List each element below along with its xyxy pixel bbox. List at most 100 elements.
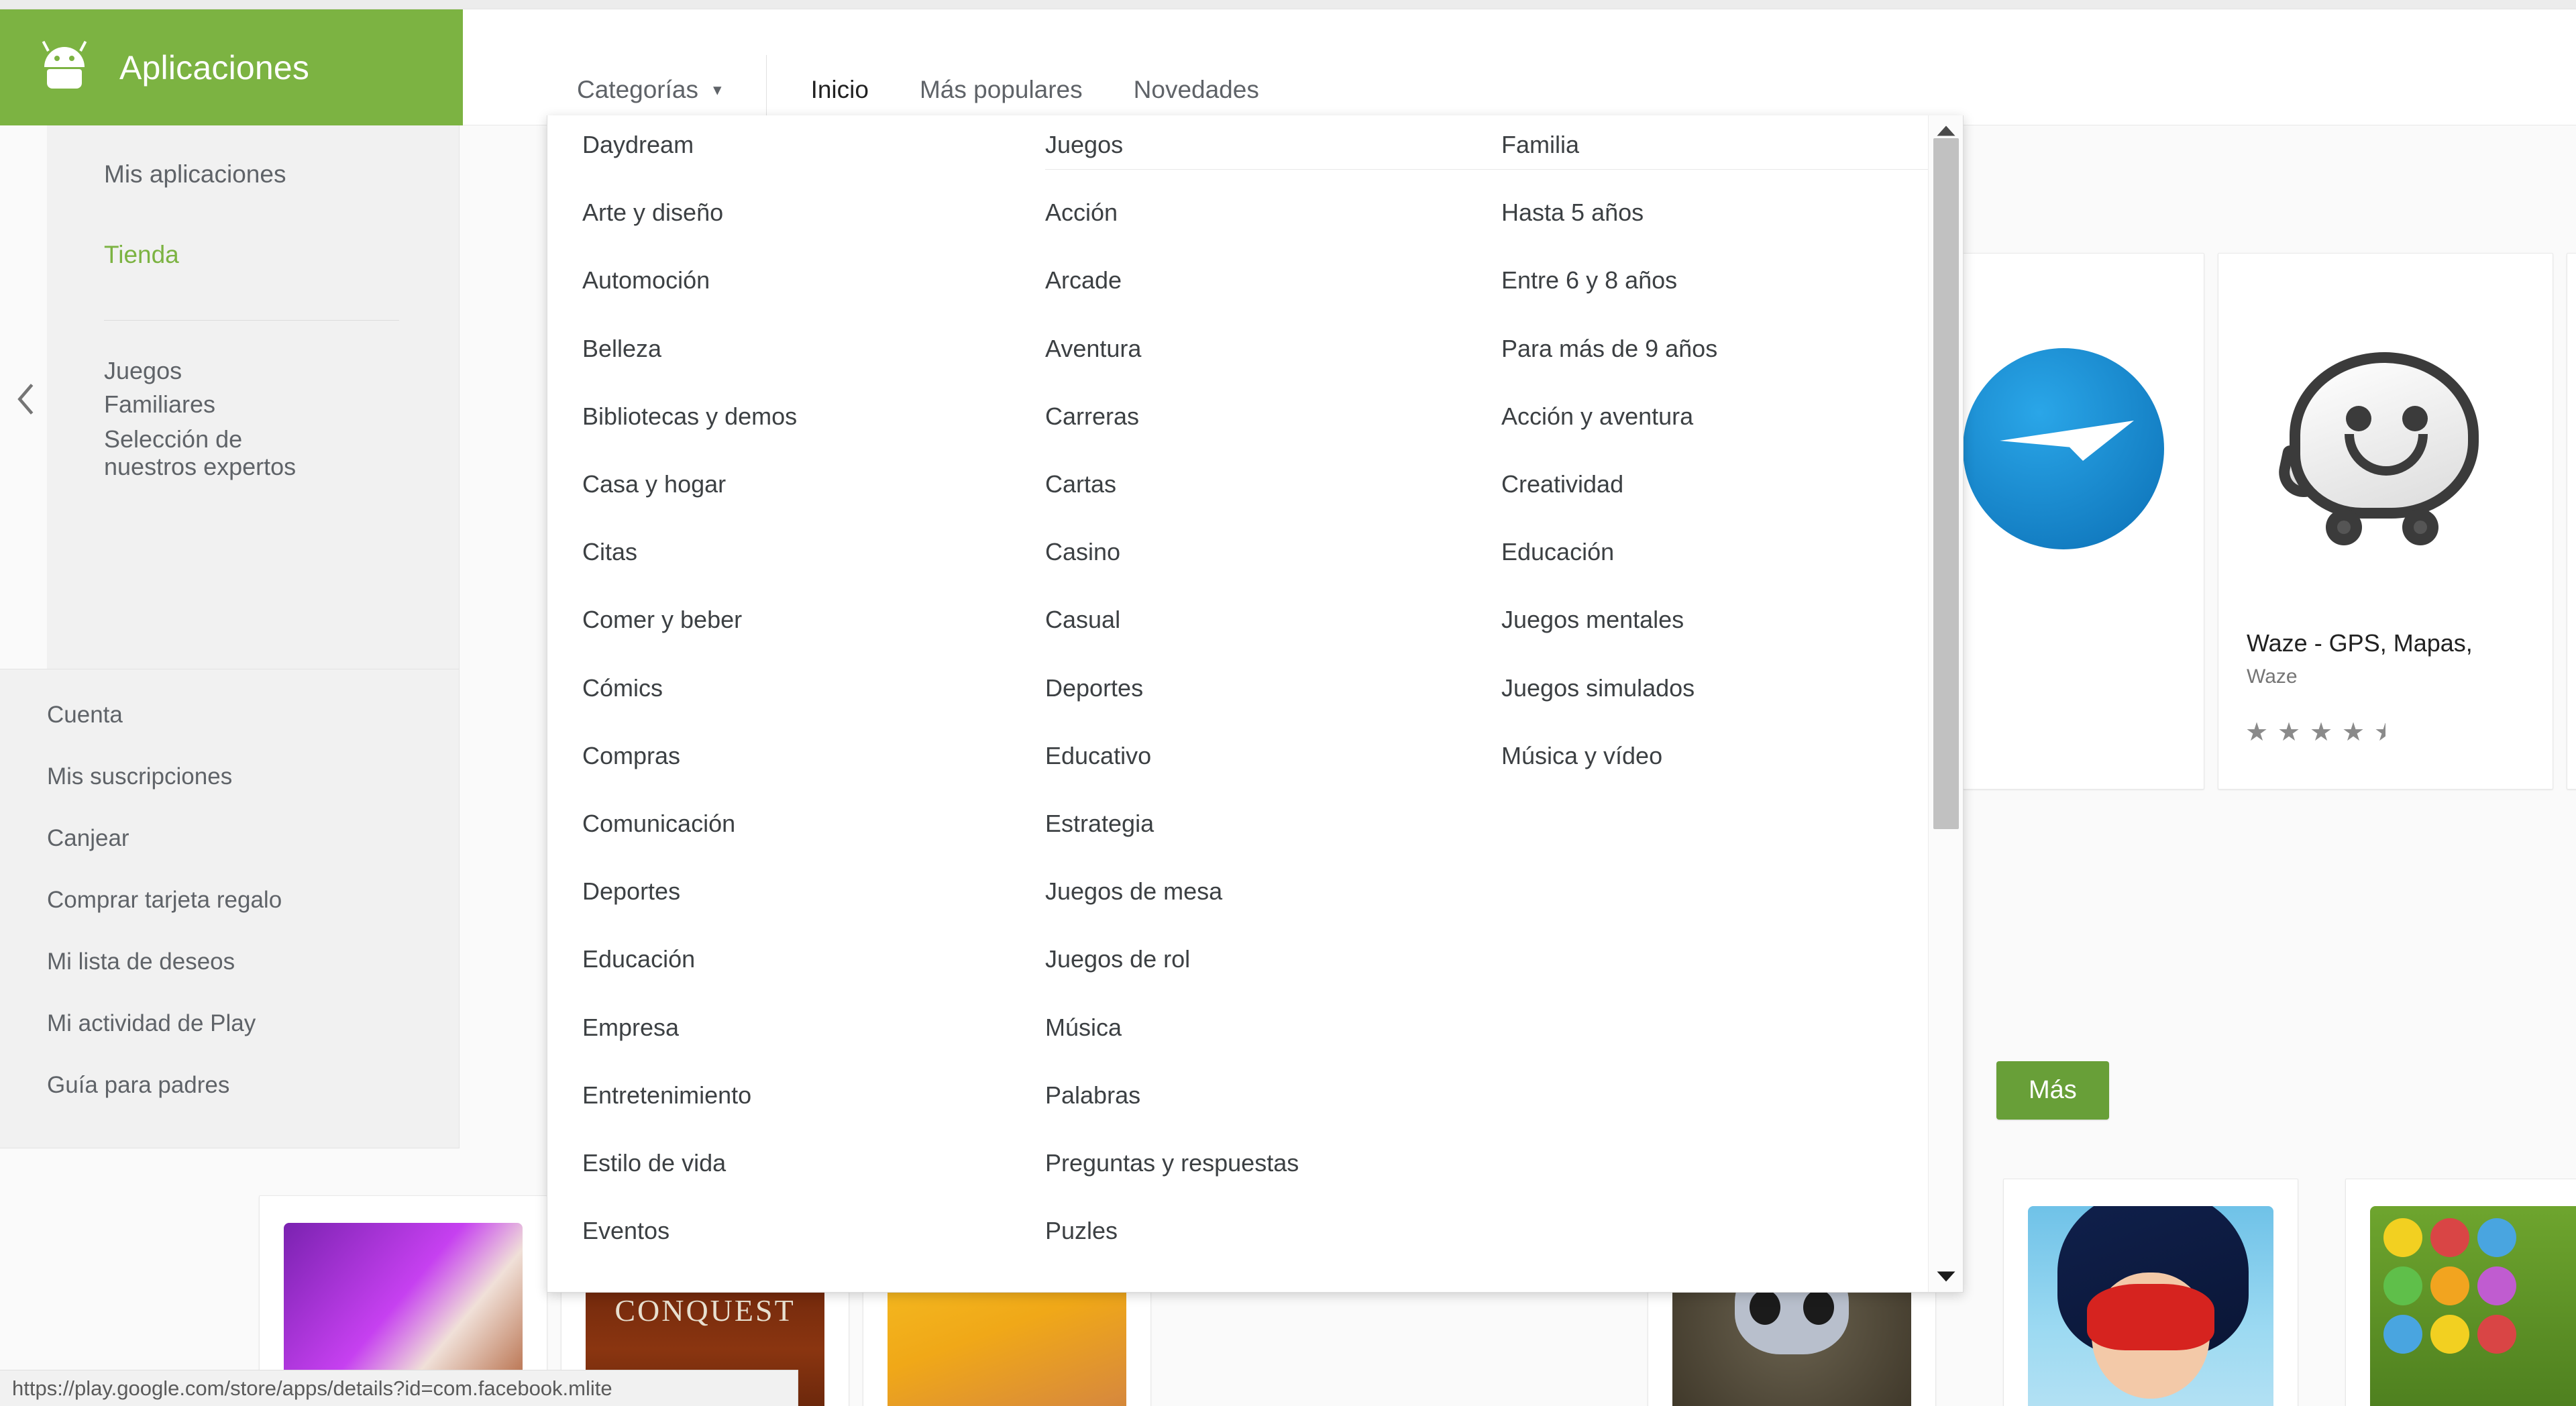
dd-estrategia[interactable]: Estrategia <box>1045 812 1154 836</box>
tab-mas-populares-label: Más populares <box>920 76 1083 104</box>
dd-preguntas[interactable]: Preguntas y respuestas <box>1045 1151 1299 1175</box>
dd-arte-diseno[interactable]: Arte y diseño <box>582 201 723 225</box>
dd-hasta-5[interactable]: Hasta 5 años <box>1501 201 1644 225</box>
account-link-guia-padres[interactable]: Guía para padres <box>47 1072 229 1099</box>
dropdown-column-apps: Daydream Arte y diseño Automoción Bellez… <box>582 115 1045 1292</box>
status-bar: https://play.google.com/store/apps/detai… <box>0 1370 798 1406</box>
dd-musica-video[interactable]: Música y vídeo <box>1501 744 1662 768</box>
brand-header[interactable]: Aplicaciones <box>0 9 463 125</box>
dd-entre-6-8[interactable]: Entre 6 y 8 años <box>1501 268 1677 292</box>
dd-musica[interactable]: Música <box>1045 1016 1122 1040</box>
dropdown-column-familia: Familia Hasta 5 años Entre 6 y 8 años Pa… <box>1501 115 1944 1292</box>
dd-automocion[interactable]: Automoción <box>582 268 710 292</box>
dd-juegos-mentales[interactable]: Juegos mentales <box>1501 608 1684 632</box>
dd-juegos-mesa[interactable]: Juegos de mesa <box>1045 879 1222 904</box>
account-link-cuenta[interactable]: Cuenta <box>47 702 123 728</box>
waze-icon <box>2275 348 2496 549</box>
app-card-partial-right[interactable]: Te Tel ★★ ★★ ★ <box>2567 253 2576 790</box>
nav-categories[interactable]: Categorías ▾ <box>577 76 722 104</box>
tab-novedades-label: Novedades <box>1134 76 1259 104</box>
dd-accion[interactable]: Acción <box>1045 201 1118 225</box>
dd-palabras[interactable]: Palabras <box>1045 1083 1140 1107</box>
app-icon-wrap <box>1923 291 2204 606</box>
dd-heading-familia[interactable]: Familia <box>1501 133 1579 157</box>
dd-entretenimiento[interactable]: Entretenimiento <box>582 1083 751 1107</box>
dd-puzles[interactable]: Puzles <box>1045 1219 1118 1243</box>
sidebar-item-seleccion-expertos[interactable]: Selección de nuestros expertos <box>47 425 335 480</box>
dd-belleza[interactable]: Belleza <box>582 337 661 361</box>
dropdown-column-juegos: Juegos Acción Arcade Aventura Carreras C… <box>1045 115 1501 1292</box>
dd-bibliotecas[interactable]: Bibliotecas y demos <box>582 404 797 429</box>
dropdown-heading-divider-familia <box>1501 169 1944 170</box>
chevron-left-icon[interactable] <box>7 379 47 419</box>
sidebar-item-store[interactable]: Tienda <box>47 241 179 269</box>
game-thumb-bubble[interactable] <box>2345 1179 2576 1406</box>
tab-novedades[interactable]: Novedades <box>1134 76 1259 104</box>
main-nav: Categorías ▾ Inicio Más populares Noveda… <box>577 58 1310 122</box>
dd-daydream[interactable]: Daydream <box>582 133 694 157</box>
account-link-suscripciones[interactable]: Mis suscripciones <box>47 763 232 790</box>
dd-casa-hogar[interactable]: Casa y hogar <box>582 472 726 496</box>
account-link-tarjeta-regalo[interactable]: Comprar tarjeta regalo <box>47 887 282 914</box>
tab-inicio-label: Inicio <box>811 76 869 104</box>
dd-cartas[interactable]: Cartas <box>1045 472 1116 496</box>
dd-carreras[interactable]: Carreras <box>1045 404 1139 429</box>
dd-casual[interactable]: Casual <box>1045 608 1120 632</box>
account-link-lista-deseos[interactable]: Mi lista de deseos <box>47 949 235 975</box>
dd-juegos-rol[interactable]: Juegos de rol <box>1045 947 1190 971</box>
telegram-icon <box>1963 348 2164 549</box>
dd-comics[interactable]: Cómics <box>582 676 663 700</box>
dd-estilo-vida[interactable]: Estilo de vida <box>582 1151 726 1175</box>
brand-title: Aplicaciones <box>119 48 309 87</box>
dropdown-heading-divider-juegos <box>1045 169 1501 170</box>
dd-educacion-apps[interactable]: Educación <box>582 947 695 971</box>
dd-juegos-simulados[interactable]: Juegos simulados <box>1501 676 1695 700</box>
account-link-canjear[interactable]: Canjear <box>47 825 129 852</box>
app-card-waze[interactable]: Waze - GPS, Mapas, Waze ★★ ★★ ★ <box>2218 253 2553 790</box>
sidebar-item-my-apps[interactable]: Mis aplicaciones <box>47 160 286 188</box>
top-header-bar: Categorías ▾ Inicio Más populares Noveda… <box>463 9 2576 125</box>
dd-arcade[interactable]: Arcade <box>1045 268 1122 292</box>
dd-heading-juegos[interactable]: Juegos <box>1045 133 1123 157</box>
browser-chrome-strip <box>0 0 2576 9</box>
sidebar-item-juegos[interactable]: Juegos <box>47 357 182 384</box>
nav-divider <box>766 55 767 119</box>
more-button[interactable]: Más <box>1996 1061 2109 1120</box>
dd-comunicacion[interactable]: Comunicación <box>582 812 735 836</box>
dd-compras[interactable]: Compras <box>582 744 680 768</box>
left-sidebar: Mis aplicaciones Tienda Juegos Familiare… <box>47 125 460 669</box>
dd-mas-de-9[interactable]: Para más de 9 años <box>1501 337 1717 361</box>
app-developer: Waze <box>2247 665 2298 688</box>
sidebar-divider <box>104 320 399 321</box>
dd-accion-aventura[interactable]: Acción y aventura <box>1501 404 1693 429</box>
app-title: Waze - GPS, Mapas, <box>2247 629 2547 657</box>
dd-educativo[interactable]: Educativo <box>1045 744 1151 768</box>
dd-casino[interactable]: Casino <box>1045 540 1120 564</box>
scroll-down-arrow-icon[interactable] <box>1929 1262 1963 1291</box>
dd-eventos[interactable]: Eventos <box>582 1219 669 1243</box>
tab-inicio[interactable]: Inicio <box>811 76 869 104</box>
tab-mas-populares[interactable]: Más populares <box>920 76 1083 104</box>
dd-citas[interactable]: Citas <box>582 540 637 564</box>
game-thumb-ladybug[interactable] <box>2003 1179 2298 1406</box>
scroll-up-arrow-icon[interactable] <box>1929 117 1963 145</box>
dropdown-scrollbar[interactable] <box>1928 115 1963 1292</box>
app-card-partial-left[interactable] <box>1923 253 2204 790</box>
dd-creatividad[interactable]: Creatividad <box>1501 472 1623 496</box>
dd-aventura[interactable]: Aventura <box>1045 337 1141 361</box>
dd-deportes-juegos[interactable]: Deportes <box>1045 676 1143 700</box>
account-link-actividad-play[interactable]: Mi actividad de Play <box>47 1010 256 1037</box>
thrones-label-2: CONQUEST <box>586 1293 824 1328</box>
dd-deportes-apps[interactable]: Deportes <box>582 879 680 904</box>
dd-educacion-fam[interactable]: Educación <box>1501 540 1614 564</box>
status-bar-url: https://play.google.com/store/apps/detai… <box>12 1376 612 1401</box>
sidebar-item-familiares[interactable]: Familiares <box>47 390 215 418</box>
nav-categories-label: Categorías <box>577 76 698 104</box>
dd-empresa[interactable]: Empresa <box>582 1016 679 1040</box>
waze-icon-wrap <box>2218 291 2553 606</box>
dd-comer-beber[interactable]: Comer y beber <box>582 608 742 632</box>
scrollbar-thumb[interactable] <box>1933 138 1959 829</box>
android-robot-icon <box>40 47 89 89</box>
app-icon-wrap-2 <box>2567 291 2576 606</box>
rating-stars: ★★ ★★ ★ <box>2245 723 2395 746</box>
